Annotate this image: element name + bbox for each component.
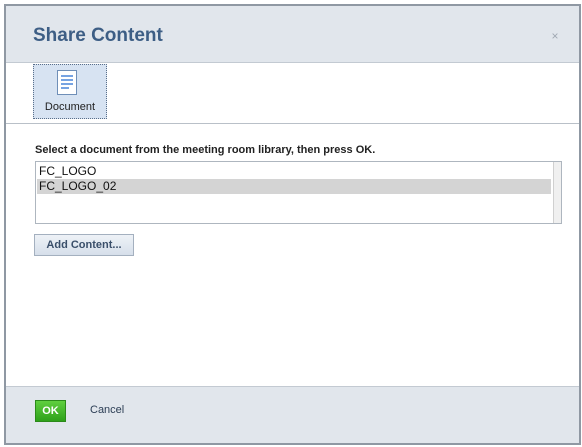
add-content-button[interactable]: Add Content...	[34, 234, 134, 256]
list-scrollbar[interactable]	[553, 162, 561, 223]
content-type-toolbar: Document	[6, 63, 579, 124]
cancel-button[interactable]: Cancel	[90, 404, 124, 416]
close-icon[interactable]: ×	[549, 30, 561, 42]
dialog-titlebar: Share Content ×	[6, 6, 579, 63]
library-list[interactable]: FC_LOGO FC_LOGO_02	[35, 161, 562, 224]
share-content-dialog: Share Content × Document Select a docume…	[4, 4, 581, 445]
document-type-button[interactable]: Document	[33, 64, 107, 119]
list-item[interactable]: FC_LOGO	[37, 164, 551, 179]
list-item-selected[interactable]: FC_LOGO_02	[37, 179, 551, 194]
document-type-label: Document	[44, 101, 96, 113]
ok-button[interactable]: OK	[35, 400, 66, 422]
dialog-content: Select a document from the meeting room …	[6, 125, 579, 386]
instruction-text: Select a document from the meeting room …	[35, 144, 376, 156]
dialog-title: Share Content	[33, 25, 163, 46]
document-icon	[57, 70, 77, 95]
dialog-footer: OK Cancel	[6, 386, 579, 443]
